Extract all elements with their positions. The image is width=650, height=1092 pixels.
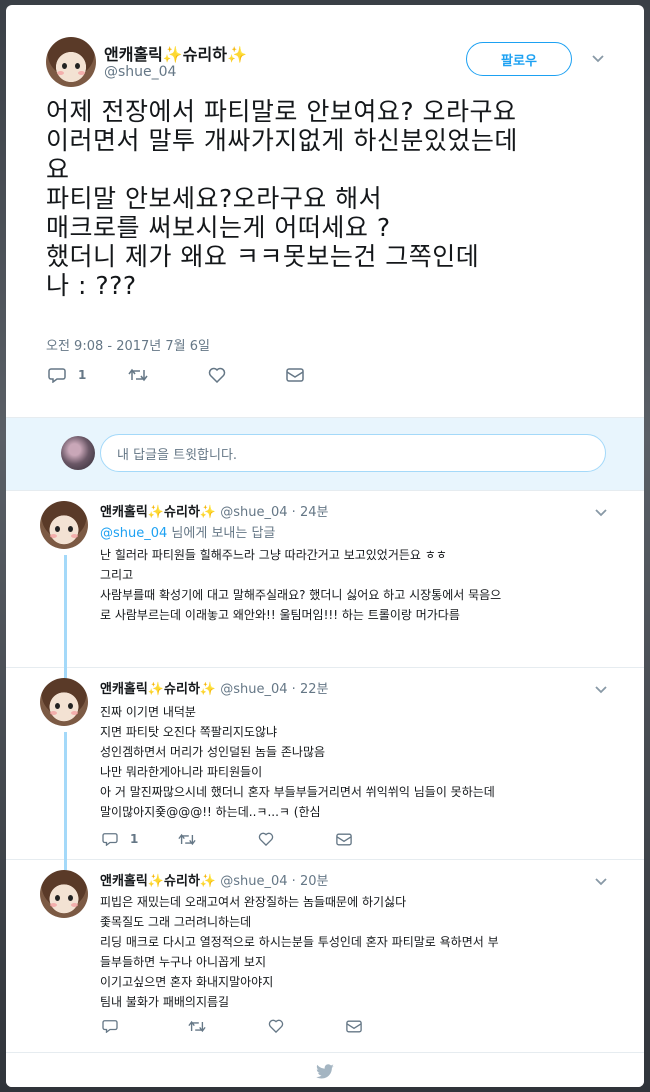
reply-text-line: 지면 파티탓 오진다 쪽팔리지도않냐 (100, 725, 278, 739)
retweet-icon (128, 368, 148, 382)
reply-button[interactable]: 1 (102, 832, 138, 846)
reply-button[interactable] (102, 1019, 118, 1033)
reply-text-line: 팀내 불화가 패배의지름길 (100, 995, 230, 1009)
reply-text-line: 좇목질도 그래 그러려니하는데 (100, 915, 252, 929)
like-icon (209, 367, 226, 383)
caret-down-icon[interactable] (594, 682, 608, 696)
replying-to: @shue_04 님에게 보내는 답글 (100, 522, 275, 541)
reply-text: 진짜 이기면 내덕분 지면 파티탓 오진다 쪽팔리지도않냐 성인겜하면서 머리가… (100, 702, 640, 822)
reply-text-line: 사람부를때 확성기에 대고 말해주실래요? 했더니 싫어요 하고 시장통에서 묵… (100, 588, 502, 602)
main-tweet: 앤캐홀릭✨슈리하✨ @shue_04 팔로우 어제 전장에서 파티말로 안보여요… (6, 5, 644, 417)
reply-icon (48, 368, 66, 383)
reply-text-line: 로 사람부르는데 이래놓고 왜안와!! 울팀머임!!! 하는 트롤이랑 머가다름 (100, 608, 460, 622)
user-handle[interactable]: @shue_04 (220, 505, 287, 520)
reply-composer: 내 답글을 트윗합니다. (6, 417, 644, 491)
tweet-actions (102, 1019, 362, 1033)
tweet-text-line: 어제 전장에서 파티말로 안보여요? 오라구요 (46, 97, 517, 126)
caret-down-icon[interactable] (594, 874, 608, 888)
retweet-button[interactable] (128, 368, 148, 382)
tweet-text-line: 이러면서 말투 개싸가지없게 하신분있었는데 (46, 126, 518, 155)
tweet-text-line: 나 : ??? (46, 271, 137, 300)
follow-button[interactable]: 팔로우 (466, 42, 572, 76)
like-button[interactable] (268, 1019, 284, 1033)
reply-tweet[interactable]: 앤캐홀릭✨슈리하✨ @shue_04 · 24분 @shue_04 님에게 보내… (6, 491, 644, 668)
twitter-bird-icon (316, 1064, 334, 1079)
dm-button[interactable] (286, 368, 305, 382)
display-name[interactable]: 앤캐홀릭✨슈리하✨ (100, 874, 216, 889)
reply-time[interactable]: 20분 (300, 874, 329, 889)
reply-input[interactable]: 내 답글을 트윗합니다. (100, 434, 606, 472)
reply-text: 난 힐러라 파티원들 힐해주느라 그냥 따라간거고 보고있었거든요 ㅎㅎ 그리고… (100, 545, 640, 625)
reply-header: 앤캐홀릭✨슈리하✨ @shue_04 · 24분 (100, 505, 329, 520)
like-icon (259, 832, 274, 846)
reply-count: 1 (130, 832, 139, 846)
like-button[interactable] (208, 367, 226, 383)
reply-tweet[interactable]: 앤캐홀릭✨슈리하✨ @shue_04 · 20분 피빕은 재밌는데 오래고여서 … (6, 860, 644, 1053)
reply-count: 1 (78, 368, 87, 382)
tweet-permalink-card: 앤캐홀릭✨슈리하✨ @shue_04 팔로우 어제 전장에서 파티말로 안보여요… (6, 5, 644, 1087)
retweet-icon (178, 833, 196, 845)
card-footer (6, 1053, 644, 1087)
display-name[interactable]: 앤캐홀릭✨슈리하✨ (104, 41, 247, 65)
like-icon (268, 1019, 284, 1033)
tweet-timestamp[interactable]: 오전 9:08 - 2017년 7월 6일 (46, 335, 210, 354)
thread-line (64, 860, 67, 870)
avatar[interactable] (40, 870, 88, 918)
reply-text-line: 들부들하면 누구나 아니꼽게 보지 (100, 955, 267, 969)
reply-tweet[interactable]: 앤캐홀릭✨슈리하✨ @shue_04 · 22분 진짜 이기면 내덕분 지면 파… (6, 668, 644, 860)
dm-icon (286, 368, 305, 382)
tweet-text-line: 매크로를 써보시는게 어떠세요 ? (46, 213, 391, 242)
reply-text-line: 성인겜하면서 머리가 성인덜된 놈들 존나많음 (100, 745, 326, 759)
reply-text-line: 난 힐러라 파티원들 힐해주느라 그냥 따라간거고 보고있었거든요 ㅎㅎ (100, 548, 447, 562)
avatar[interactable] (40, 501, 88, 549)
caret-down-icon[interactable] (591, 51, 605, 65)
current-user-avatar (61, 436, 95, 470)
reply-header: 앤캐홀릭✨슈리하✨ @shue_04 · 20분 (100, 874, 329, 889)
display-name[interactable]: 앤캐홀릭✨슈리하✨ (100, 505, 216, 520)
reply-text: 피빕은 재밌는데 오래고여서 완장질하는 놈들때문에 하기싫다 좇목질도 그래 … (100, 892, 640, 1012)
tweet-text: 어제 전장에서 파티말로 안보여요? 오라구요 이러면서 말투 개싸가지없게 하… (46, 97, 606, 300)
reply-time[interactable]: 22분 (300, 682, 329, 697)
mention-link[interactable]: @shue_04 (100, 526, 167, 541)
tweet-actions: 1 (48, 367, 305, 383)
retweet-button[interactable] (178, 833, 196, 846)
display-name[interactable]: 앤캐홀릭✨슈리하✨ (100, 682, 216, 697)
user-handle[interactable]: @shue_04 (220, 874, 287, 889)
tweet-text-line: 파티말 안보세요?오라구요 해서 (46, 184, 383, 213)
user-handle[interactable]: @shue_04 (104, 64, 176, 80)
dm-icon (336, 833, 353, 845)
avatar[interactable] (40, 678, 88, 726)
avatar[interactable] (46, 37, 96, 87)
reply-text-line: 이기고싶으면 혼자 화내지말아야지 (100, 975, 274, 989)
dm-button[interactable] (346, 1020, 362, 1033)
reply-button[interactable]: 1 (48, 367, 86, 383)
thread-line (64, 555, 67, 668)
reply-text-line: 피빕은 재밌는데 오래고여서 완장질하는 놈들때문에 하기싫다 (100, 895, 407, 909)
thread-line (64, 732, 67, 860)
retweet-button[interactable] (188, 1020, 206, 1033)
dm-button[interactable] (336, 833, 353, 846)
replying-to-suffix: 님에게 보내는 답글 (167, 526, 276, 541)
tweet-text-line: 요 (46, 155, 70, 184)
user-handle[interactable]: @shue_04 (220, 682, 287, 697)
like-button[interactable] (258, 832, 274, 846)
retweet-icon (188, 1020, 206, 1032)
dm-icon (346, 1020, 362, 1032)
tweet-actions: 1 (102, 832, 353, 846)
thread-line (64, 668, 67, 678)
reply-text-line: 리딩 매크로 다시고 열정적으로 하시는분들 투성인데 혼자 파티말로 욕하면서… (100, 935, 499, 949)
reply-text-line: 진짜 이기면 내덕분 (100, 705, 196, 719)
reply-text-line: 그리고 (100, 568, 134, 582)
reply-header: 앤캐홀릭✨슈리하✨ @shue_04 · 22분 (100, 682, 329, 697)
reply-icon (102, 833, 118, 846)
reply-text-line: 나만 뭐라한게아니라 파티원들이 (100, 765, 263, 779)
reply-text-line: 아 거 말진짜많으시네 했더니 혼자 부들부들거리면서 쒸익쒸익 님들이 못하는… (100, 785, 495, 799)
tweet-text-line: 했더니 제가 왜요 ㅋㅋ못보는건 그쪽인데 (46, 242, 480, 271)
reply-icon (102, 1020, 118, 1033)
reply-time[interactable]: 24분 (300, 505, 329, 520)
reply-text-line: 말이많아지죷@@@!! 하는데..ㅋ...ㅋ (한심 (100, 805, 321, 819)
caret-down-icon[interactable] (594, 505, 608, 519)
